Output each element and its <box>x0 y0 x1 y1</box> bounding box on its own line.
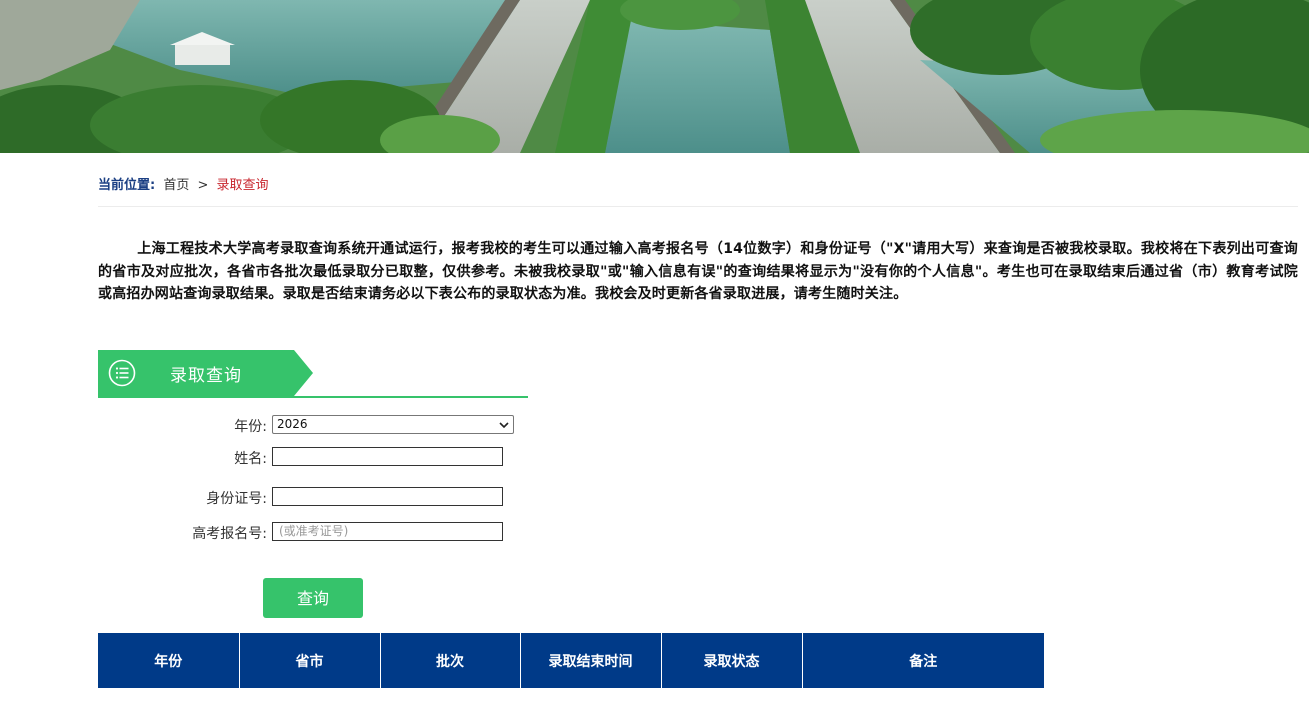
name-input[interactable] <box>272 447 503 466</box>
year-row: 年份: <box>100 415 267 435</box>
exam-label: 高考报名号: <box>192 526 267 542</box>
id-row: 身份证号: <box>100 487 267 507</box>
intro-paragraph: 上海工程技术大学高考录取查询系统开通试运行，报考我校的考生可以通过输入高考报名号… <box>98 241 1298 302</box>
exam-row: 高考报名号: <box>100 522 267 542</box>
column-header-year: 年份 <box>98 633 240 688</box>
column-header-notes: 备注 <box>802 633 1044 688</box>
result-table: 年份 省市 批次 录取结束时间 录取状态 备注 <box>98 633 1044 688</box>
section-underline <box>98 396 528 398</box>
breadcrumb-current[interactable]: 录取查询 <box>217 178 269 193</box>
breadcrumb-label: 当前位置: <box>98 178 156 193</box>
section-heading: 录取查询 <box>98 350 528 398</box>
list-circle-icon <box>108 359 136 387</box>
name-row: 姓名: <box>100 447 267 467</box>
year-select-value: 2026 <box>277 417 308 431</box>
breadcrumb-separator: > <box>197 178 209 193</box>
column-header-batch: 批次 <box>380 633 521 688</box>
year-select[interactable]: 2026 <box>272 415 514 434</box>
column-header-province: 省市 <box>239 633 381 688</box>
name-label: 姓名: <box>234 451 267 467</box>
exam-number-placeholder: (或准考证号) <box>279 524 349 538</box>
query-button[interactable]: 查询 <box>263 578 363 618</box>
breadcrumb-home-link[interactable]: 首页 <box>163 178 189 193</box>
exam-number-input[interactable]: (或准考证号) <box>272 522 503 541</box>
id-number-input[interactable] <box>272 487 503 506</box>
table-header-row: 年份 省市 批次 录取结束时间 录取状态 备注 <box>98 633 1044 688</box>
campus-banner <box>0 0 1309 153</box>
column-header-status: 录取状态 <box>661 633 803 688</box>
column-header-end-time: 录取结束时间 <box>520 633 662 688</box>
section-title: 录取查询 <box>170 366 242 386</box>
year-label: 年份: <box>234 419 267 435</box>
campus-banner-image <box>0 0 1309 153</box>
breadcrumb: 当前位置: 首页 > 录取查询 <box>98 176 1298 207</box>
id-label: 身份证号: <box>206 491 267 507</box>
chevron-down-icon <box>499 422 509 429</box>
